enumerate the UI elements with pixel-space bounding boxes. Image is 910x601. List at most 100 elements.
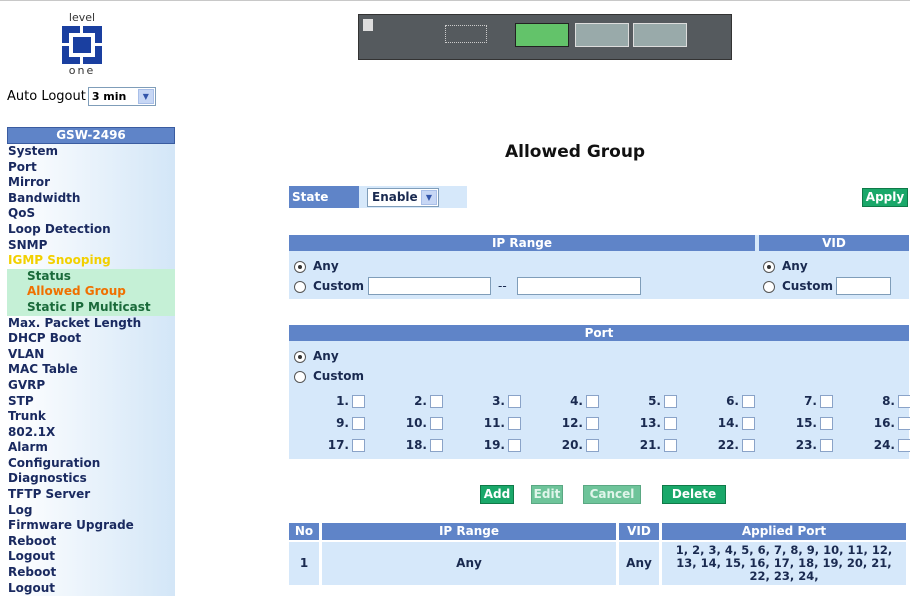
- ip-any-radio[interactable]: [294, 261, 306, 273]
- chevron-down-icon: ▼: [421, 190, 437, 205]
- port-checkbox[interactable]: [352, 439, 365, 452]
- sidebar-item-reboot[interactable]: Reboot: [7, 565, 175, 581]
- port-checkbox[interactable]: [820, 439, 833, 452]
- sidebar-item-qos[interactable]: QoS: [7, 206, 175, 222]
- table-cell-no: 1: [289, 542, 319, 585]
- edit-button[interactable]: Edit: [531, 485, 563, 504]
- port-checkbox[interactable]: [898, 439, 910, 452]
- column-header-vid: VID: [619, 523, 659, 540]
- port-checkbox[interactable]: [430, 439, 443, 452]
- port-checkbox[interactable]: [508, 417, 521, 430]
- ip-start-input[interactable]: [368, 277, 491, 295]
- port-checkbox[interactable]: [820, 417, 833, 430]
- port-label: 14.: [717, 416, 739, 430]
- port-label: 10.: [405, 416, 427, 430]
- port-checkbox[interactable]: [430, 395, 443, 408]
- sidebar-item-bandwidth[interactable]: Bandwidth: [7, 190, 175, 207]
- device-leds-icon: [445, 25, 487, 43]
- sidebar-subitem-allowed-group[interactable]: Allowed Group: [7, 284, 175, 300]
- port-checkbox[interactable]: [742, 439, 755, 452]
- auto-logout: Auto Logout 3 min ▼: [7, 87, 156, 106]
- sidebar-item-firmware-upgrade[interactable]: Firmware Upgrade: [7, 518, 175, 534]
- sidebar-item-802-1x[interactable]: 802.1X: [7, 424, 175, 441]
- port-label: 22.: [717, 438, 739, 452]
- port-checkbox[interactable]: [352, 417, 365, 430]
- port-checkbox[interactable]: [508, 439, 521, 452]
- port-checkbox[interactable]: [742, 417, 755, 430]
- sidebar-item-reboot[interactable]: Reboot: [7, 533, 175, 550]
- sidebar-item-loop-detection[interactable]: Loop Detection: [7, 221, 175, 238]
- port-checkbox[interactable]: [742, 395, 755, 408]
- ip-custom-label: Custom: [313, 279, 364, 293]
- device-ports-icon-2: [633, 23, 687, 47]
- vid-custom-label: Custom: [782, 279, 833, 293]
- port-checkbox[interactable]: [508, 395, 521, 408]
- port-label: 12.: [561, 416, 583, 430]
- port-checkbox[interactable]: [664, 417, 677, 430]
- column-header-applied-port: Applied Port: [662, 523, 906, 540]
- port-checkbox[interactable]: [430, 417, 443, 430]
- port-label: 3.: [492, 394, 505, 408]
- sidebar-item-alarm[interactable]: Alarm: [7, 440, 175, 456]
- sidebar-item-port[interactable]: Port: [7, 159, 175, 176]
- chevron-down-icon: ▼: [137, 89, 154, 104]
- sidebar-item-dhcp-boot[interactable]: DHCP Boot: [7, 331, 175, 347]
- port-label: 17.: [327, 438, 349, 452]
- sidebar-item-configuration[interactable]: Configuration: [7, 455, 175, 472]
- sidebar-item-igmp-snooping[interactable]: IGMP Snooping: [7, 253, 175, 269]
- sidebar-subitem-status[interactable]: Status: [7, 268, 175, 285]
- sidebar-item-max-packet-length[interactable]: Max. Packet Length: [7, 315, 175, 332]
- logo-bottom-text: one: [68, 64, 96, 77]
- auto-logout-select[interactable]: 3 min ▼: [87, 87, 156, 106]
- device-ports-active-icon: [515, 23, 569, 47]
- device-ports-icon: [575, 23, 629, 47]
- sidebar-item-system[interactable]: System: [7, 144, 175, 160]
- port-checkbox[interactable]: [586, 417, 599, 430]
- sidebar-item-logout[interactable]: Logout: [7, 580, 175, 597]
- port-any-radio[interactable]: [294, 351, 306, 363]
- port-label: 16.: [873, 416, 895, 430]
- port-custom-radio[interactable]: [294, 371, 306, 383]
- sidebar-item-snmp[interactable]: SNMP: [7, 237, 175, 254]
- port-checkbox[interactable]: [586, 439, 599, 452]
- vid-custom-radio[interactable]: [763, 281, 775, 293]
- ip-end-input[interactable]: [517, 277, 641, 295]
- port-checkbox[interactable]: [352, 395, 365, 408]
- sidebar-item-tftp-server[interactable]: TFTP Server: [7, 487, 175, 503]
- device-logo-icon: [363, 19, 373, 31]
- port-label: 2.: [414, 394, 427, 408]
- ip-range-separator: --: [498, 279, 507, 293]
- sidebar-item-mirror[interactable]: Mirror: [7, 175, 175, 191]
- apply-button[interactable]: Apply: [862, 188, 908, 207]
- vid-input[interactable]: [836, 277, 891, 295]
- sidebar-item-gvrp[interactable]: GVRP: [7, 377, 175, 394]
- port-checkbox[interactable]: [664, 395, 677, 408]
- sidebar-item-log[interactable]: Log: [7, 502, 175, 519]
- sidebar-item-vlan[interactable]: VLAN: [7, 346, 175, 363]
- column-header-ip-range: IP Range: [322, 523, 616, 540]
- ip-custom-radio[interactable]: [294, 281, 306, 293]
- ip-vid-panel: IP Range VID Any Custom -- Any Custom: [289, 235, 909, 299]
- sidebar-item-stp[interactable]: STP: [7, 393, 175, 410]
- state-label: State: [289, 186, 359, 208]
- port-label: 1.: [336, 394, 349, 408]
- delete-button[interactable]: Delete: [662, 485, 726, 504]
- cancel-button[interactable]: Cancel: [583, 485, 641, 504]
- port-checkbox[interactable]: [820, 395, 833, 408]
- sidebar-subitem-static-ip-multicast[interactable]: Static IP Multicast: [7, 299, 175, 316]
- port-checkbox[interactable]: [898, 417, 910, 430]
- logo-top-text: level: [68, 11, 96, 24]
- sidebar-item-mac-table[interactable]: MAC Table: [7, 362, 175, 378]
- port-label: 21.: [639, 438, 661, 452]
- sidebar-item-trunk[interactable]: Trunk: [7, 409, 175, 425]
- sidebar-item-diagnostics[interactable]: Diagnostics: [7, 471, 175, 488]
- port-checkbox[interactable]: [898, 395, 910, 408]
- port-checkbox[interactable]: [586, 395, 599, 408]
- sidebar-item-logout[interactable]: Logout: [7, 549, 175, 566]
- port-checkbox[interactable]: [664, 439, 677, 452]
- vid-any-radio[interactable]: [763, 261, 775, 273]
- state-select[interactable]: Enable ▼: [367, 188, 439, 207]
- add-button[interactable]: Add: [480, 485, 514, 504]
- ip-range-header: IP Range: [289, 235, 755, 251]
- levelone-logo: level one: [62, 11, 102, 77]
